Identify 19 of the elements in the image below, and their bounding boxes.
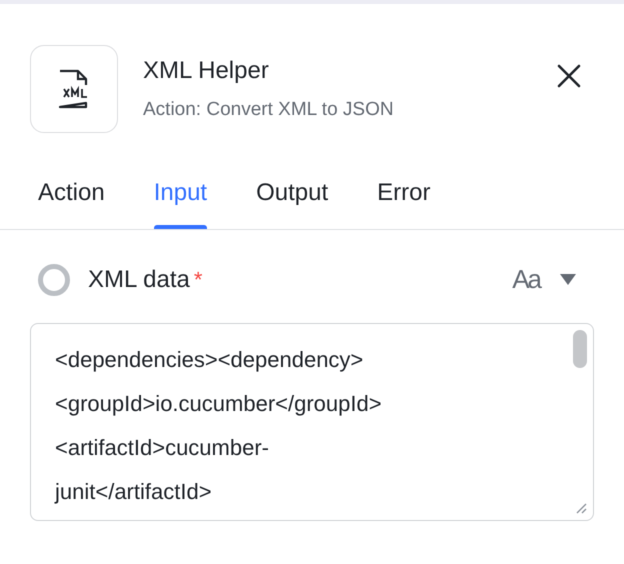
text-line: junit</artifactId> <box>55 478 212 506</box>
close-icon <box>557 64 581 88</box>
text-line: <groupId>io.cucumber</groupId> <box>55 390 382 418</box>
dropdown-caret-icon[interactable] <box>560 274 576 285</box>
panel-subtitle: Action: Convert XML to JSON <box>143 98 395 122</box>
text-line: <artifactId>cucumber- <box>55 434 269 462</box>
tab[interactable]: Error <box>377 177 430 229</box>
tab[interactable]: Output <box>256 177 328 229</box>
panel-title: XML Helper <box>143 56 270 86</box>
required-mark: * <box>194 266 202 294</box>
resize-handle-icon[interactable] <box>575 502 587 514</box>
format-toggle[interactable]: Aa <box>512 260 540 299</box>
radio-button[interactable] <box>38 264 70 296</box>
tab[interactable]: Action <box>38 177 105 229</box>
text-line: <dependencies><dependency> <box>55 346 364 374</box>
scrollbar-thumb[interactable] <box>573 330 587 368</box>
xml-text-area[interactable]: <dependencies><dependency> <groupId>io.cucumber</groupId> <artifactId>cucumber- junit</artifactId> <box>30 323 594 521</box>
field-label: XML data <box>88 264 190 294</box>
tab[interactable]: Input <box>154 177 208 229</box>
